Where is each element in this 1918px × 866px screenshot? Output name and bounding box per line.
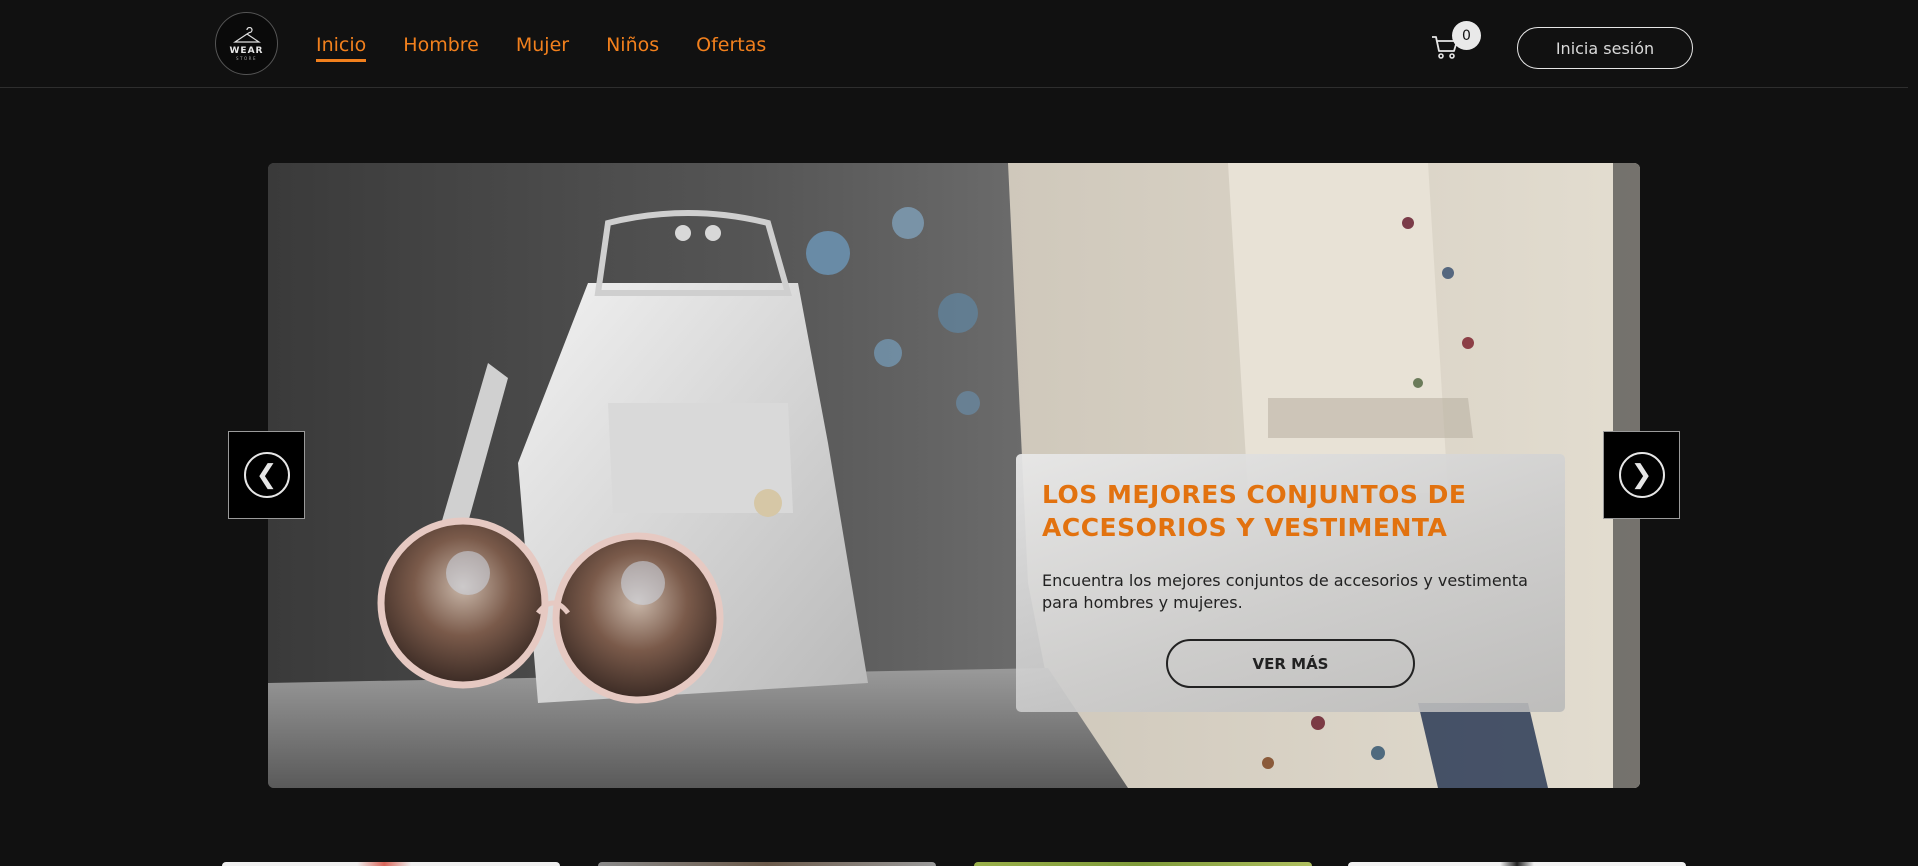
login-button[interactable]: Inicia sesión (1517, 27, 1693, 69)
nav-item-hombre[interactable]: Hombre (403, 34, 479, 60)
chevron-left-icon: ❮ (243, 452, 290, 498)
site-header: WEAR STORE Inicio Hombre Mujer Niños Ofe… (0, 0, 1908, 88)
hero-caption-card: LOS MEJORES CONJUNTOS DE ACCESORIOS Y VE… (1016, 454, 1565, 712)
carousel-next-button[interactable]: ❯ (1603, 431, 1680, 519)
logo-subword: STORE (236, 55, 257, 61)
nav-item-inicio[interactable]: Inicio (316, 34, 367, 62)
logo-word: WEAR (229, 45, 264, 56)
nav-item-ninos[interactable]: Niños (606, 34, 659, 60)
chevron-right-icon: ❯ (1618, 452, 1665, 498)
product-card[interactable] (974, 862, 1312, 866)
nav-item-mujer[interactable]: Mujer (516, 34, 569, 60)
hero-carousel: LOS MEJORES CONJUNTOS DE ACCESORIOS Y VE… (268, 163, 1640, 788)
page: WEAR STORE Inicio Hombre Mujer Niños Ofe… (0, 0, 1918, 866)
hanger-icon (232, 26, 261, 43)
product-card[interactable] (598, 862, 936, 866)
main-nav: Inicio Hombre Mujer Niños Ofertas (316, 34, 803, 62)
product-card[interactable] (222, 862, 560, 866)
hero-description: Encuentra los mejores conjuntos de acces… (1042, 571, 1528, 612)
hero-title: LOS MEJORES CONJUNTOS DE ACCESORIOS Y VE… (1042, 480, 1467, 542)
store-logo[interactable]: WEAR STORE (215, 12, 278, 75)
cart-count-badge: 0 (1452, 21, 1481, 50)
carousel-prev-button[interactable]: ❮ (228, 431, 305, 519)
product-card[interactable] (1348, 862, 1686, 866)
ver-mas-button[interactable]: VER MÁS (1166, 639, 1415, 688)
nav-item-ofertas[interactable]: Ofertas (696, 34, 766, 60)
